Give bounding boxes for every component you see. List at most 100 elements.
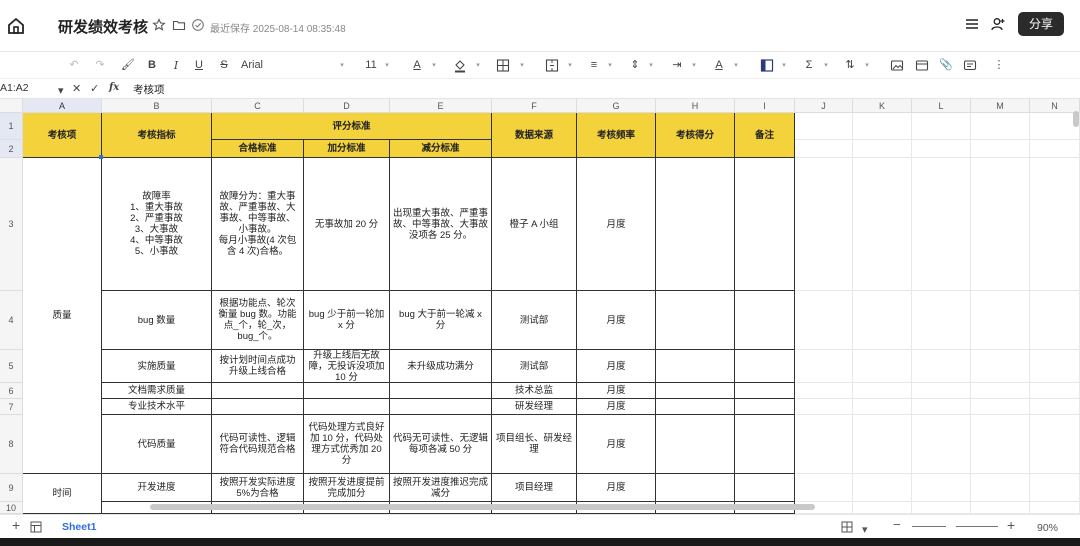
column-header[interactable]: K [853, 99, 912, 113]
row-header[interactable]: 3 [0, 158, 23, 291]
chevron-down-icon[interactable]: ▾ [606, 58, 614, 73]
score-cell[interactable] [656, 158, 735, 291]
column-header[interactable]: D [304, 99, 390, 113]
table-cell[interactable]: 测试部 [492, 291, 577, 350]
attachment-icon[interactable]: 📎 [939, 58, 953, 73]
grid-cell[interactable] [971, 383, 1030, 399]
column-header[interactable]: M [971, 99, 1030, 113]
grid-cell[interactable] [1030, 350, 1080, 383]
table-cell[interactable]: 未升级成功满分 [390, 350, 492, 383]
table-cell[interactable]: 月度 [577, 383, 656, 399]
zoom-out-icon[interactable]: − [893, 517, 901, 532]
grid-cell[interactable] [1030, 415, 1080, 474]
borders-icon[interactable] [496, 58, 510, 73]
score-cell[interactable] [656, 291, 735, 350]
header-cell-indicator[interactable]: 考核指标 [102, 113, 212, 158]
grid-cell[interactable] [1030, 291, 1080, 350]
column-header[interactable]: A [23, 99, 102, 113]
score-cell[interactable] [656, 415, 735, 474]
grid-cell[interactable] [795, 399, 853, 415]
chevron-down-icon[interactable]: ▾ [338, 58, 346, 73]
note-cell[interactable] [735, 399, 795, 415]
table-cell[interactable] [212, 383, 304, 399]
grid-cell[interactable] [1030, 502, 1080, 514]
zoom-slider-left[interactable] [912, 526, 946, 527]
grid-cell[interactable] [795, 140, 853, 158]
grid-cell[interactable] [853, 140, 912, 158]
text-direction-icon[interactable]: A [713, 58, 725, 73]
menu-icon[interactable] [964, 16, 980, 32]
sheet-list-icon[interactable] [30, 521, 42, 533]
align-horizontal-icon[interactable]: ≡ [587, 58, 601, 73]
view-mode-icon[interactable] [841, 521, 853, 533]
home-icon[interactable] [6, 16, 26, 36]
grid-cell[interactable] [971, 474, 1030, 502]
table-cell[interactable]: 研发经理 [492, 399, 577, 415]
sort-icon[interactable]: ⇅ [843, 58, 857, 73]
grid-cell[interactable] [853, 399, 912, 415]
table-cell[interactable]: 月度 [577, 350, 656, 383]
table-cell[interactable]: bug 少于前一轮加 x 分 [304, 291, 390, 350]
table-cell[interactable] [390, 383, 492, 399]
note-cell[interactable] [735, 158, 795, 291]
column-header[interactable]: G [577, 99, 656, 113]
chevron-down-icon[interactable]: ▾ [383, 58, 391, 73]
sum-icon[interactable]: Σ [802, 58, 816, 73]
add-user-icon[interactable] [990, 16, 1006, 32]
redo-icon[interactable]: ↷ [94, 58, 106, 73]
header-cell-source[interactable]: 数据来源 [492, 113, 577, 158]
grid-cell[interactable] [795, 350, 853, 383]
note-cell[interactable] [735, 350, 795, 383]
undo-icon[interactable]: ↶ [68, 58, 80, 73]
grid-cell[interactable] [795, 383, 853, 399]
table-cell[interactable]: 项目经理 [492, 474, 577, 502]
table-cell[interactable]: 故障率 1、重大事故 2、严重事故 3、大事故 4、中等事故 5、小事故 [102, 158, 212, 291]
sheet-tab-sheet1[interactable]: Sheet1 [62, 521, 96, 533]
freeze-icon[interactable] [760, 58, 774, 73]
grid-cell[interactable] [971, 350, 1030, 383]
row-header[interactable]: 8 [0, 415, 23, 474]
chevron-down-icon[interactable]: ▾ [566, 58, 574, 73]
share-button[interactable]: 分享 [1018, 12, 1064, 36]
column-header[interactable]: B [102, 99, 212, 113]
table-cell[interactable]: bug 大于前一轮减 x 分 [390, 291, 492, 350]
underline-icon[interactable]: U [193, 58, 205, 73]
add-sheet-icon[interactable]: + [12, 517, 20, 533]
grid-cell[interactable] [1030, 140, 1080, 158]
folder-icon[interactable] [172, 18, 186, 32]
column-header[interactable]: C [212, 99, 304, 113]
font-size-select[interactable]: 11 [364, 58, 378, 73]
table-cell[interactable]: 故障分为：重大事故、严重事故、大事故、中等事故、小事故。 每月小事故(4 次包含… [212, 158, 304, 291]
table-cell[interactable] [390, 399, 492, 415]
grid-cell[interactable] [971, 399, 1030, 415]
table-cell[interactable]: 文档需求质量 [102, 383, 212, 399]
header-cell-item[interactable]: 考核项 [23, 113, 102, 158]
header-cell-deduct[interactable]: 减分标准 [390, 140, 492, 158]
table-cell[interactable]: 按照开发进度提前完成加分 [304, 474, 390, 502]
column-header[interactable]: I [735, 99, 795, 113]
fill-color-icon[interactable] [453, 58, 467, 73]
table-cell[interactable] [304, 383, 390, 399]
table-cell[interactable]: 月度 [577, 474, 656, 502]
table-cell[interactable]: 项目组长、研发经理 [492, 415, 577, 474]
format-painter-icon[interactable]: 🖌 [121, 58, 135, 73]
grid-cell[interactable] [971, 291, 1030, 350]
table-cell[interactable]: 出现重大事故、严重事故、中等事故、大事故没项各 25 分。 [390, 158, 492, 291]
font-color-icon[interactable]: A [411, 58, 423, 73]
chevron-down-icon[interactable]: ▾ [732, 58, 740, 73]
table-cell[interactable]: 技术总监 [492, 383, 577, 399]
cell-reference-box[interactable]: A1:A2 [0, 82, 64, 94]
table-cell[interactable]: 代码可读性、逻辑符合代码规范合格 [212, 415, 304, 474]
function-icon[interactable]: fx [109, 82, 119, 93]
comment-icon[interactable] [963, 58, 977, 73]
header-cell-scoring[interactable]: 评分标准 [212, 113, 492, 140]
align-vertical-icon[interactable]: ⇕ [628, 58, 642, 73]
grid-cell[interactable] [971, 140, 1030, 158]
table-cell[interactable]: 按照开发实际进度 5%为合格 [212, 474, 304, 502]
grid-cell[interactable] [853, 474, 912, 502]
grid-cell[interactable] [853, 291, 912, 350]
column-header[interactable]: H [656, 99, 735, 113]
grid-cell[interactable] [1030, 383, 1080, 399]
merge-cells-icon[interactable] [545, 58, 559, 73]
cancel-icon[interactable]: ✕ [72, 82, 81, 95]
